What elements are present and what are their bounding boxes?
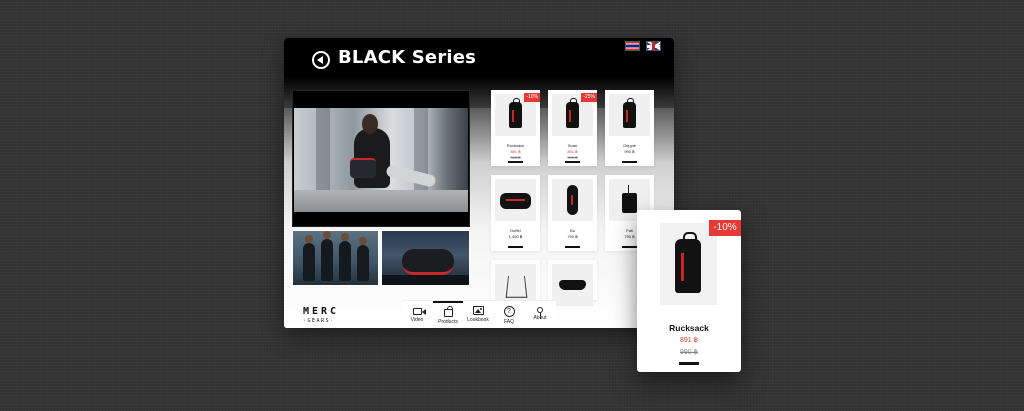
product-card[interactable] (491, 260, 540, 306)
uk-flag-icon[interactable] (646, 41, 661, 51)
nav-active-indicator (433, 301, 463, 303)
product-price: 891 ฿ (567, 149, 578, 154)
bag-icon (443, 306, 453, 317)
nav-item-faq[interactable]: ? FAQ (495, 306, 523, 325)
bottom-nav: Video Products Lookbook ? FAQ About (402, 300, 556, 328)
product-card[interactable]: -25% Suan 891 ฿ 990 ฿ (548, 90, 597, 166)
product-image (495, 179, 536, 221)
product-name: Duffel (510, 228, 521, 233)
card-divider (622, 246, 637, 248)
featured-product-old-price: 990 ฿ (679, 349, 699, 356)
product-name: Gripple (623, 143, 636, 148)
product-card[interactable]: Bu 790 ฿ (548, 175, 597, 251)
product-name: Bu (570, 228, 575, 233)
brand-logo-name: MERC (303, 306, 340, 317)
product-old-price: 990 ฿ (510, 155, 521, 160)
product-card[interactable]: Gripple 990 ฿ (605, 90, 654, 166)
product-image (552, 179, 593, 221)
product-price: 990 ฿ (624, 149, 635, 154)
product-name: Suan (567, 143, 578, 148)
card-divider (565, 161, 580, 163)
hero-video-frame (294, 108, 468, 212)
card-divider (508, 161, 523, 163)
product-name: Rucksack (506, 143, 525, 148)
featured-product-price: 891 ฿ (679, 337, 699, 344)
product-old-price: 990 ฿ (567, 155, 578, 160)
page-title: BLACK Series (338, 47, 477, 68)
nav-label: Products (438, 319, 458, 325)
product-price: 1,490 ฿ (508, 234, 523, 239)
card-divider (508, 246, 523, 248)
lookbook-thumbnail-duffel[interactable] (381, 230, 470, 286)
app-window: BLACK Series -10% Rucksack 891 ฿ 990 ฿ -… (284, 38, 674, 328)
nav-item-video[interactable]: Video (403, 306, 431, 323)
location-pin-icon (537, 307, 543, 319)
card-divider (622, 161, 637, 163)
discount-badge: -10% (524, 93, 540, 102)
featured-product-card[interactable]: -10% Rucksack 891 ฿ 990 ฿ (637, 210, 741, 372)
lookbook-thumbnail-group[interactable] (292, 230, 379, 286)
product-image (609, 94, 650, 136)
brand-logo: MERC ·GEARS· (303, 306, 339, 324)
video-icon (412, 308, 426, 315)
back-arrow-icon[interactable] (312, 51, 330, 69)
product-card[interactable] (548, 260, 597, 306)
product-price: 891 ฿ (510, 149, 521, 154)
nav-item-about[interactable]: About (526, 306, 554, 321)
nav-item-lookbook[interactable]: Lookbook (464, 306, 492, 323)
nav-label: Video (410, 317, 424, 323)
discount-badge: -10% (709, 220, 741, 236)
nav-label: Lookbook (467, 317, 489, 323)
product-image (552, 264, 593, 306)
nav-label: FAQ (503, 319, 514, 325)
hero-video[interactable] (292, 90, 470, 227)
brand-logo-sub: ·GEARS· (303, 318, 335, 324)
image-icon (472, 306, 484, 315)
question-icon: ? (503, 306, 515, 317)
nav-item-products[interactable]: Products (434, 306, 462, 325)
product-price: 790 ฿ (567, 234, 578, 239)
featured-product-name: Rucksack (669, 323, 709, 333)
thai-flag-icon[interactable] (625, 41, 640, 51)
card-divider (679, 362, 699, 365)
discount-badge: -25% (581, 93, 597, 102)
product-card[interactable]: -10% Rucksack 891 ฿ 990 ฿ (491, 90, 540, 166)
card-divider (565, 246, 580, 248)
product-card[interactable]: Duffel 1,490 ฿ (491, 175, 540, 251)
